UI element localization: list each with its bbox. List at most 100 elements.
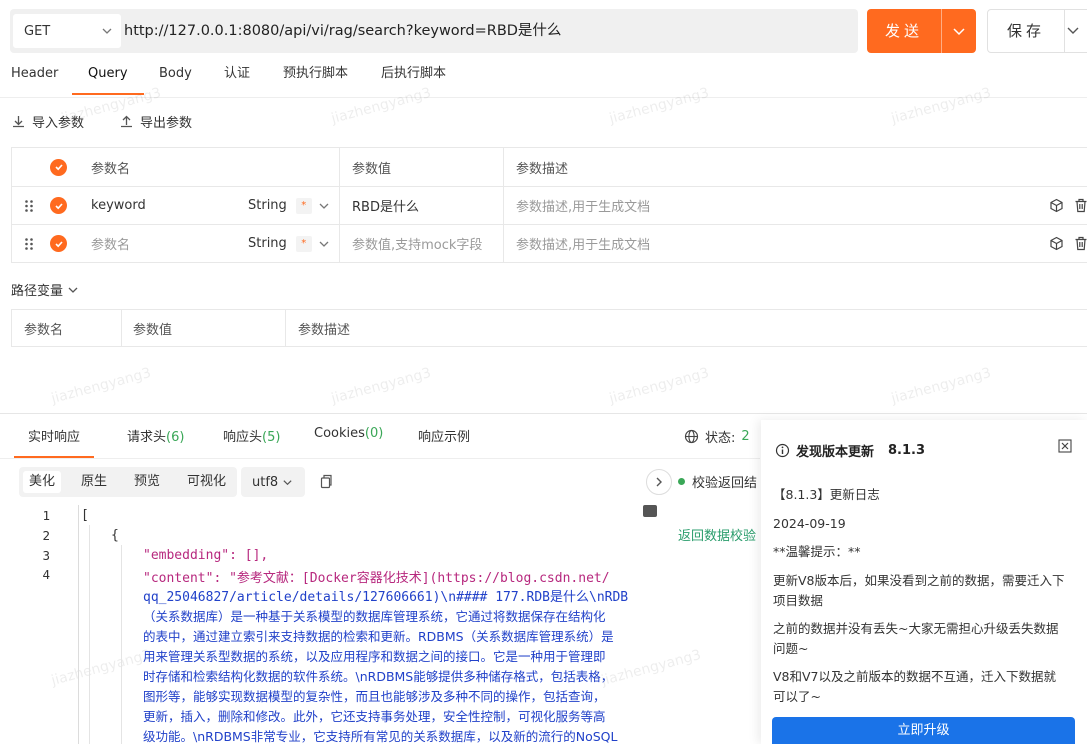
tab-label: Cookies: [314, 426, 365, 441]
close-icon[interactable]: [1058, 439, 1072, 453]
chevron-down-icon: [319, 203, 329, 209]
format-pretty[interactable]: 美化: [23, 471, 62, 493]
scrollbar[interactable]: [643, 505, 657, 517]
column-divider: [339, 187, 340, 224]
column-divider: [285, 310, 286, 346]
upgrade-button[interactable]: 立即升级: [772, 717, 1075, 744]
param-type-select[interactable]: String *: [248, 187, 330, 224]
param-value-input[interactable]: RBD是什么: [352, 187, 419, 224]
status-value: 2: [741, 429, 750, 444]
table-row: 参数名 String * 参数值,支持mock字段 参数描述,用于生成文档: [12, 224, 1087, 262]
response-code-viewer[interactable]: 1 2 3 4 [ { "embedding": [], "content": …: [0, 505, 660, 744]
save-button[interactable]: 保存: [987, 9, 1087, 53]
param-name-input[interactable]: keyword: [91, 187, 146, 224]
row-checkbox[interactable]: [50, 187, 67, 224]
param-type: String: [248, 236, 287, 251]
row-checkbox[interactable]: [50, 225, 67, 262]
format-tabs: 美化 原生 预览 可视化: [19, 467, 237, 497]
code-line: "embedding": [],: [143, 548, 269, 563]
panel-title-text: 发现版本更新: [796, 445, 875, 460]
chevron-down-icon: [953, 28, 965, 36]
tab-response-example[interactable]: 响应示例: [418, 426, 470, 445]
tab-auth[interactable]: 认证: [224, 62, 250, 98]
copy-icon[interactable]: [318, 474, 332, 489]
header-desc: 参数描述: [516, 161, 569, 177]
format-visualize[interactable]: 可视化: [181, 471, 232, 493]
query-table: 参数名 参数值 参数描述 keyword String * RBD是什么 参数描…: [11, 147, 1087, 263]
chevron-down-icon[interactable]: [1066, 23, 1080, 37]
url-input[interactable]: http://127.0.0.1:8080/api/vi/rag/search?…: [124, 9, 561, 53]
tab-response-headers[interactable]: 响应头(5): [223, 426, 280, 445]
param-desc-input[interactable]: 参数描述,用于生成文档: [516, 187, 650, 224]
trash-icon[interactable]: [1074, 187, 1087, 224]
column-divider: [339, 148, 340, 186]
line-gutter: 1 2 3 4: [0, 505, 78, 744]
tab-count: (6): [166, 430, 185, 445]
format-raw[interactable]: 原生: [75, 471, 113, 493]
drag-handle-icon[interactable]: [24, 187, 34, 224]
param-type-select[interactable]: String *: [248, 225, 330, 262]
trash-icon[interactable]: [1074, 225, 1087, 262]
select-all-checkbox[interactable]: [50, 148, 67, 186]
param-desc-input[interactable]: 参数描述,用于生成文档: [516, 225, 650, 262]
check-icon: [50, 235, 67, 252]
save-label: 保存: [1006, 22, 1045, 40]
line-number: 1: [42, 508, 50, 523]
update-paragraph: 更新V8版本后，如果没看到之前的数据，需要迁入下项目数据: [773, 573, 1065, 608]
header-value: 参数值: [133, 322, 173, 338]
method-select[interactable]: GET: [13, 14, 121, 48]
chevron-down-icon: [283, 479, 292, 485]
chevron-down-icon: [319, 241, 329, 247]
param-name-input[interactable]: 参数名: [91, 225, 130, 262]
send-label: 发送: [884, 22, 923, 40]
cube-icon[interactable]: [1049, 225, 1064, 262]
url-bar: GET http://127.0.0.1:8080/api/vi/rag/sea…: [10, 9, 858, 53]
chevron-down-icon: [102, 28, 112, 34]
tab-live-response[interactable]: 实时响应: [13, 426, 95, 458]
param-value-input[interactable]: 参数值,支持mock字段: [352, 225, 482, 262]
status-dot-icon: [678, 478, 685, 485]
tab-cookies[interactable]: Cookies(0): [314, 426, 383, 441]
export-button[interactable]: 导出参数: [119, 112, 192, 131]
status-display: 状态: 2: [684, 427, 750, 446]
format-preview[interactable]: 预览: [128, 471, 166, 493]
tab-pre-script[interactable]: 预执行脚本: [283, 62, 348, 98]
path-vars-toggle[interactable]: 路径变量: [11, 280, 79, 299]
required-badge[interactable]: *: [295, 235, 312, 252]
tab-header[interactable]: Header: [11, 62, 58, 98]
send-button[interactable]: 发送: [867, 9, 976, 53]
tab-post-script[interactable]: 后执行脚本: [381, 62, 446, 98]
tab-label: 响应示例: [418, 430, 471, 445]
drag-handle-icon[interactable]: [24, 225, 34, 262]
watermark: jiazhengyang3: [607, 365, 711, 407]
column-divider: [503, 187, 504, 224]
check-icon: [50, 197, 67, 214]
check-icon: [50, 158, 67, 176]
tab-body[interactable]: Body: [159, 62, 192, 98]
code-line: 图形等，能够实现数据模型的复杂性，而且也能够涉及多种不同的操作，包括查询，: [143, 689, 606, 704]
chevron-down-icon: [68, 287, 78, 293]
encoding-value: utf8: [252, 474, 279, 490]
tab-query[interactable]: Query: [72, 62, 143, 98]
tip-heading: **温馨提示：**: [773, 544, 861, 559]
header-desc: 参数描述: [298, 322, 351, 338]
path-vars-table: 参数名 参数值 参数描述: [11, 309, 1087, 347]
code-line: "content": "参考文献：[Docker容器化技术](https://b…: [143, 571, 610, 586]
send-dropdown[interactable]: [942, 9, 976, 53]
tab-count: (0): [364, 426, 384, 441]
cube-icon[interactable]: [1049, 187, 1064, 224]
response-divider: [0, 413, 1087, 414]
upload-icon: [121, 115, 132, 128]
tab-label: 请求头: [127, 430, 167, 445]
encoding-select[interactable]: utf8: [241, 467, 305, 497]
collapse-panel-button[interactable]: [646, 469, 672, 495]
import-button[interactable]: 导入参数: [11, 112, 84, 131]
required-badge[interactable]: *: [295, 197, 312, 214]
tab-label: 实时响应: [28, 430, 81, 445]
line-number: 2: [42, 528, 50, 543]
tab-request-headers[interactable]: 请求头(6): [127, 426, 184, 445]
validate-link[interactable]: 返回数据校验: [678, 525, 756, 544]
panel-version: 8.1.3: [888, 443, 926, 458]
path-vars-label: 路径变量: [11, 284, 64, 299]
watermark: jiazhengyang3: [329, 365, 433, 407]
